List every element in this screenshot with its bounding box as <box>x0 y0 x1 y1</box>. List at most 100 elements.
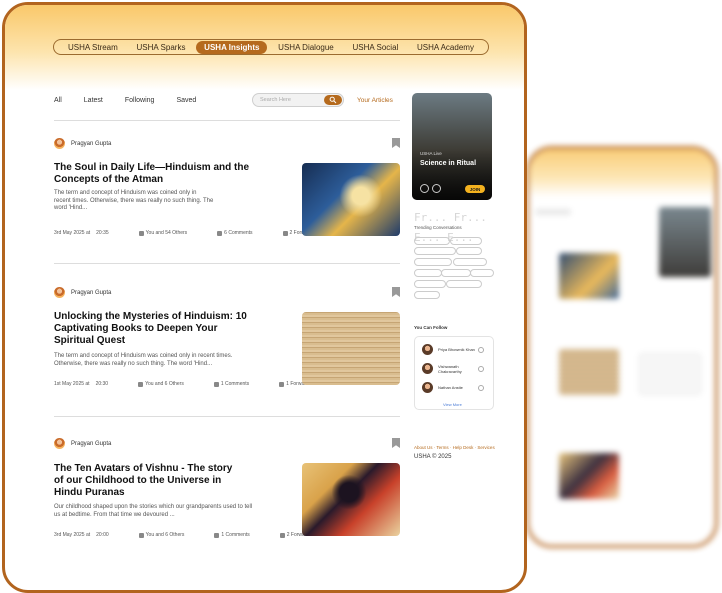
like-icon[interactable] <box>138 532 144 538</box>
info-icon[interactable] <box>420 184 429 193</box>
comment-icon[interactable] <box>213 381 219 387</box>
divider <box>54 263 400 264</box>
topic-tag[interactable] <box>414 237 450 245</box>
top-navigation: USHA Stream USHA Sparks USHA Insights US… <box>53 39 489 55</box>
nav-usha-academy[interactable]: USHA Academy <box>409 41 482 54</box>
article-title[interactable]: The Ten Avatars of Vishnu - The story of… <box>54 463 244 499</box>
author-name: Pragyan Gupta <box>71 289 112 296</box>
background-preview-panel <box>526 146 718 548</box>
divider <box>54 120 400 121</box>
search-bar[interactable]: Search Here <box>252 93 344 107</box>
nav-usha-dialogue[interactable]: USHA Dialogue <box>270 41 342 54</box>
comment-icon[interactable] <box>217 230 223 236</box>
article-time: 20:35 <box>96 230 109 236</box>
author[interactable]: Pragyan Gupta <box>54 438 111 449</box>
like-icon[interactable] <box>138 230 144 236</box>
topic-tag[interactable] <box>414 280 446 288</box>
add-icon[interactable] <box>478 385 484 391</box>
forward-icon[interactable] <box>279 381 285 387</box>
like-count: You and 6 Others <box>145 532 185 538</box>
topic-tag[interactable] <box>450 237 482 245</box>
trending-heading: Trending Conversations <box>414 225 462 230</box>
follow-name: Nathan Anstie <box>438 385 463 390</box>
follow-item[interactable]: Nathan Anstie <box>422 382 476 393</box>
follow-item[interactable]: Vishwanath Chakravarthy <box>422 363 476 374</box>
background-header-gradient <box>529 149 715 197</box>
article-card[interactable]: Pragyan Gupta The Soul in Daily Life—Hin… <box>54 138 400 248</box>
follow-name: Priya Bhowmik Khan <box>438 347 475 352</box>
background-side-card <box>659 207 711 277</box>
topic-tag[interactable] <box>414 247 456 255</box>
add-icon[interactable] <box>478 347 484 353</box>
comment-icon[interactable] <box>214 532 220 538</box>
tab-saved[interactable]: Saved <box>176 97 196 104</box>
nav-usha-stream[interactable]: USHA Stream <box>60 41 126 54</box>
nav-usha-insights[interactable]: USHA Insights <box>196 40 268 54</box>
forward-icon[interactable] <box>282 230 288 236</box>
your-articles-link[interactable]: Your Articles <box>357 97 393 104</box>
nav-usha-social[interactable]: USHA Social <box>345 41 407 54</box>
tab-all[interactable]: All <box>54 97 62 104</box>
avatar <box>422 382 433 393</box>
like-icon[interactable] <box>138 381 144 387</box>
add-icon[interactable] <box>478 366 484 372</box>
topic-tag[interactable] <box>470 269 494 277</box>
article-time: 20:30 <box>95 381 109 387</box>
author[interactable]: Pragyan Gupta <box>54 287 111 298</box>
tab-following[interactable]: Following <box>125 97 155 104</box>
topic-tag[interactable] <box>453 258 487 266</box>
topic-tag[interactable] <box>456 247 482 255</box>
ghost-glyph: Fr... Fr... <box>414 211 487 224</box>
article-title[interactable]: The Soul in Daily Life—Hinduism and the … <box>54 162 254 186</box>
avatar <box>422 363 433 374</box>
live-title: Science in Ritual <box>420 160 477 167</box>
follow-heading: You Can Follow <box>414 325 448 330</box>
article-card[interactable]: Pragyan Gupta The Ten Avatars of Vishnu … <box>54 438 400 548</box>
article-thumbnail[interactable] <box>302 312 400 385</box>
follow-item[interactable]: Priya Bhowmik Khan <box>422 344 476 355</box>
article-thumbnail[interactable] <box>302 463 400 536</box>
article-meta: 1st May 2025 at 20:30 You and 6 Others 1 … <box>54 381 341 387</box>
background-thumb-2 <box>559 349 619 395</box>
like-count: You and 6 Others <box>145 381 184 387</box>
article-thumbnail[interactable] <box>302 163 400 236</box>
author[interactable]: Pragyan Gupta <box>54 138 111 149</box>
divider <box>54 416 400 417</box>
avatar <box>422 344 433 355</box>
like-count: You and 54 Others <box>145 230 188 236</box>
comment-count: 1 Comments <box>220 381 250 387</box>
article-excerpt: The term and concept of Hinduism was coi… <box>54 353 233 367</box>
author-name: Pragyan Gupta <box>71 140 112 147</box>
bookmark-icon[interactable] <box>392 138 400 148</box>
share-icon[interactable] <box>432 184 441 193</box>
topic-tag[interactable] <box>414 258 452 266</box>
article-excerpt: The term and concept of Hinduism was coi… <box>54 190 214 211</box>
topic-tag[interactable] <box>414 269 442 277</box>
article-card[interactable]: Pragyan Gupta Unlocking the Mysteries of… <box>54 287 400 397</box>
forward-icon[interactable] <box>279 532 285 538</box>
background-thumb-3 <box>559 453 619 499</box>
article-excerpt: Our childhood shaped upon the stories wh… <box>54 504 253 518</box>
background-follow-box <box>639 353 701 395</box>
search-button[interactable] <box>324 95 342 105</box>
follow-suggestions: Priya Bhowmik Khan Vishwanath Chakravart… <box>414 336 494 410</box>
live-event-card[interactable]: USHA Live Science in Ritual JOIN <box>412 93 492 200</box>
topic-tag[interactable] <box>446 280 482 288</box>
search-input[interactable]: Search Here <box>260 97 291 103</box>
avatar <box>54 138 65 149</box>
nav-usha-sparks[interactable]: USHA Sparks <box>129 41 194 54</box>
article-date: 3rd May 2025 at <box>54 532 91 538</box>
tab-latest[interactable]: Latest <box>84 97 103 104</box>
join-button[interactable]: JOIN <box>465 185 485 193</box>
article-title[interactable]: Unlocking the Mysteries of Hinduism: 10 … <box>54 311 254 347</box>
view-more-link[interactable]: View More <box>443 402 462 407</box>
topic-tag[interactable] <box>414 291 440 299</box>
topic-tag[interactable] <box>441 269 471 277</box>
article-time: 20:00 <box>96 532 109 538</box>
article-date: 1st May 2025 at <box>54 381 90 387</box>
article-date: 3rd May 2025 at <box>54 230 91 236</box>
search-icon <box>329 96 337 104</box>
bookmark-icon[interactable] <box>392 438 400 448</box>
bookmark-icon[interactable] <box>392 287 400 297</box>
footer-links[interactable]: About Us · Terms · Help Desk · Services <box>414 445 495 450</box>
